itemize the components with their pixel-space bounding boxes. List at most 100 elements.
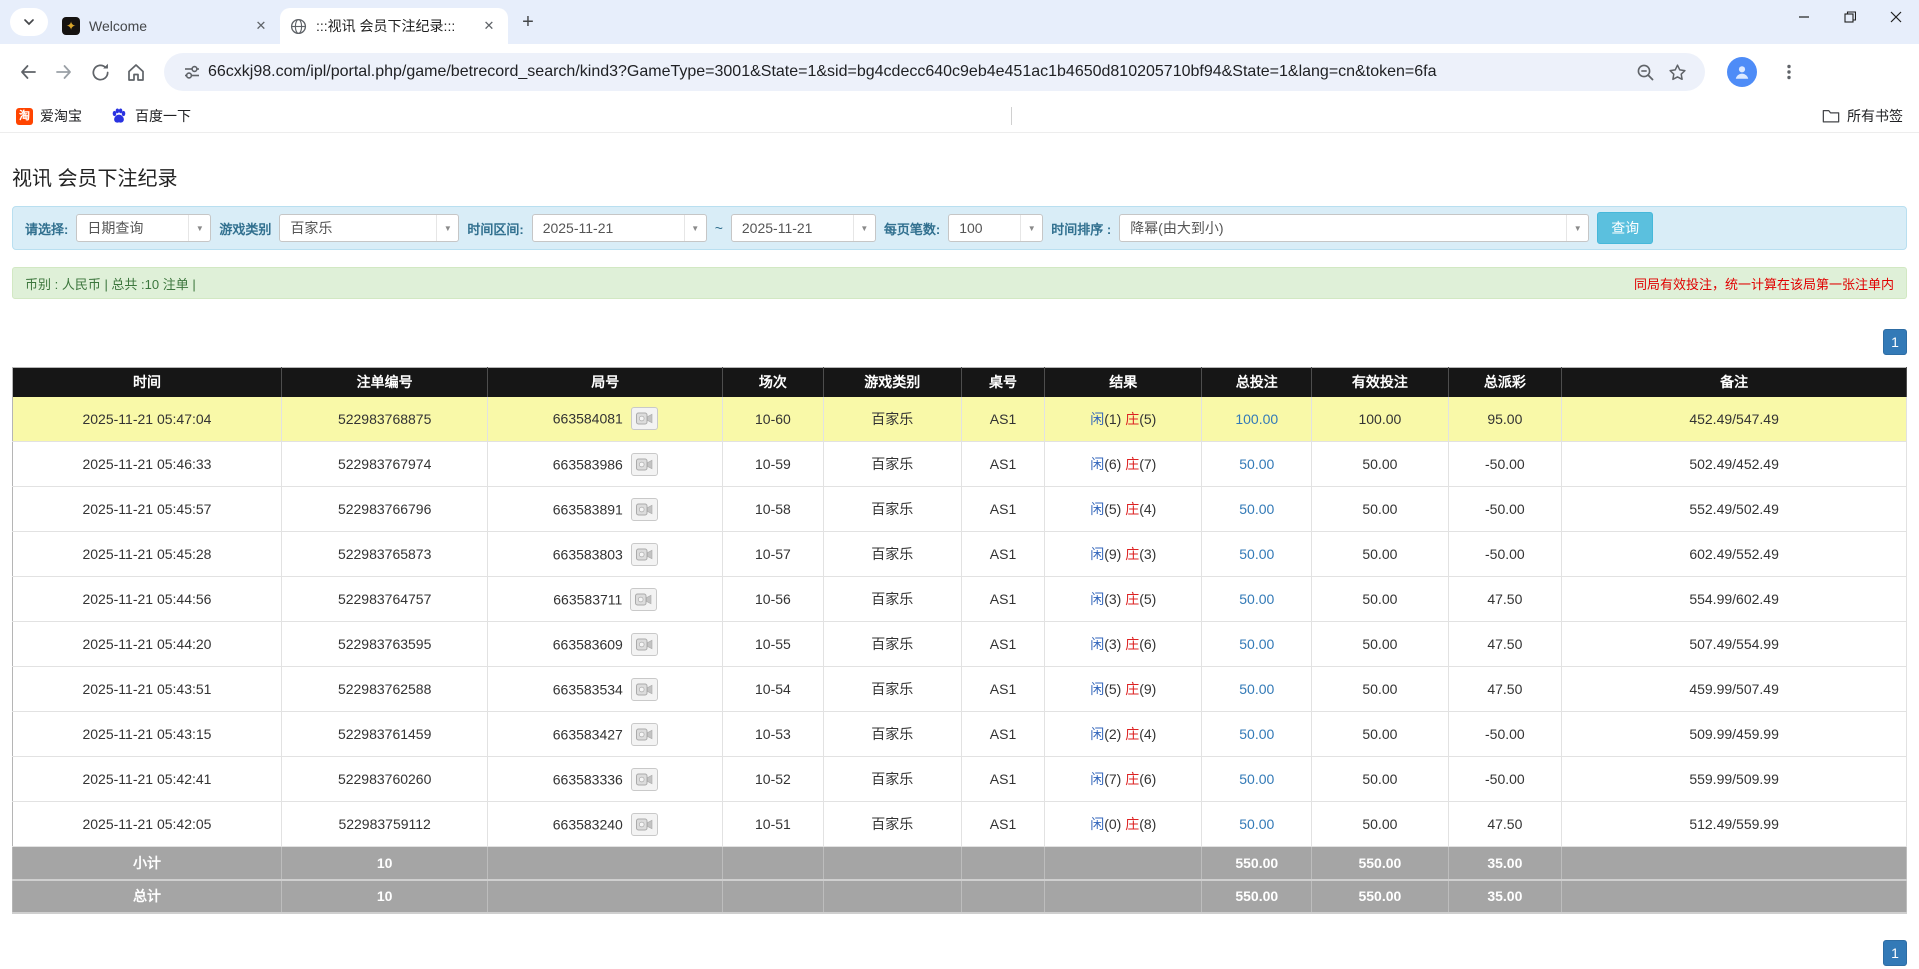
folder-icon	[1822, 108, 1840, 124]
total-bet-link[interactable]: 50.00	[1239, 681, 1274, 697]
taobao-icon: 淘	[16, 108, 33, 125]
footer-cell	[961, 880, 1044, 913]
footer-cell: 550.00	[1312, 847, 1448, 880]
cell-time: 2025-11-21 05:44:20	[13, 622, 282, 667]
tab-bet-records[interactable]: :::视讯 会员下注纪录::: ✕	[280, 8, 508, 44]
table-row: 2025-11-21 05:45:57522983766796663583891…	[13, 487, 1907, 532]
page-size-select[interactable]: 100 ▼	[948, 214, 1043, 242]
video-replay-button[interactable]	[631, 768, 658, 791]
footer-cell: 总计	[13, 880, 282, 913]
video-replay-button[interactable]	[631, 633, 658, 656]
search-button[interactable]: 查询	[1597, 212, 1653, 244]
cell-note: 512.49/559.99	[1562, 802, 1907, 847]
date-from-select[interactable]: 2025-11-21 ▼	[532, 214, 707, 242]
tab-close-icon[interactable]: ✕	[252, 17, 270, 35]
all-bookmarks-button[interactable]: 所有书签	[1822, 106, 1903, 126]
address-bar[interactable]: 66cxkj98.com/ipl/portal.php/game/betreco…	[164, 53, 1705, 91]
total-bet-link[interactable]: 50.00	[1239, 546, 1274, 562]
cell-result: 闲(5) 庄(9)	[1045, 667, 1202, 712]
zoom-out-icon[interactable]	[1629, 56, 1661, 88]
video-camera-icon	[636, 728, 653, 741]
video-camera-icon	[635, 593, 652, 606]
page-1-button[interactable]: 1	[1883, 329, 1907, 355]
home-button[interactable]	[118, 54, 154, 90]
total-bet-link[interactable]: 50.00	[1239, 456, 1274, 472]
total-bet-link[interactable]: 50.00	[1239, 501, 1274, 517]
cell-total-bet: 50.00	[1202, 577, 1312, 622]
footer-cell: 550.00	[1202, 847, 1312, 880]
url-text[interactable]: 66cxkj98.com/ipl/portal.php/game/betreco…	[208, 63, 1629, 81]
footer-cell	[723, 847, 823, 880]
cell-session: 10-52	[723, 757, 823, 802]
video-replay-button[interactable]	[631, 453, 658, 476]
cell-table-no: AS1	[961, 532, 1044, 577]
bookmark-star-icon[interactable]	[1661, 56, 1693, 88]
cell-payout: 47.50	[1448, 622, 1562, 667]
cell-round-id: 663583240	[488, 802, 723, 847]
footer-cell: 550.00	[1312, 880, 1448, 913]
table-footer-row: 总计10550.00550.0035.00	[13, 880, 1907, 913]
cell-bet-id: 522983767974	[281, 442, 487, 487]
cell-total-bet: 50.00	[1202, 712, 1312, 757]
refresh-button[interactable]	[82, 54, 118, 90]
forward-button[interactable]	[46, 54, 82, 90]
tab-close-icon[interactable]: ✕	[480, 17, 498, 35]
footer-cell	[1045, 880, 1202, 913]
game-type-select[interactable]: 百家乐 ▼	[279, 214, 459, 242]
cell-note: 459.99/507.49	[1562, 667, 1907, 712]
total-bet-link[interactable]: 100.00	[1235, 411, 1278, 427]
minimize-button[interactable]	[1781, 0, 1827, 34]
tab-welcome[interactable]: ✦ Welcome ✕	[52, 8, 280, 44]
video-replay-button[interactable]	[631, 543, 658, 566]
cell-note: 509.99/459.99	[1562, 712, 1907, 757]
video-replay-button[interactable]	[631, 678, 658, 701]
game-type-label: 游戏类别	[219, 219, 271, 238]
video-replay-button[interactable]	[631, 407, 658, 430]
new-tab-button[interactable]: +	[514, 8, 542, 36]
cell-result: 闲(3) 庄(6)	[1045, 622, 1202, 667]
total-bet-link[interactable]: 50.00	[1239, 771, 1274, 787]
bookmarks-separator	[1011, 107, 1012, 125]
cell-session: 10-58	[723, 487, 823, 532]
cell-time: 2025-11-21 05:44:56	[13, 577, 282, 622]
cell-table-no: AS1	[961, 757, 1044, 802]
bookmark-taobao[interactable]: 淘 爱淘宝	[16, 106, 82, 126]
total-bet-link[interactable]: 50.00	[1239, 816, 1274, 832]
cell-game-type: 百家乐	[823, 487, 961, 532]
pagination-bottom: 1	[12, 940, 1907, 966]
cell-round-id: 663583336	[488, 757, 723, 802]
table-header-cell: 游戏类别	[823, 368, 961, 397]
video-replay-button[interactable]	[630, 588, 657, 611]
total-bet-link[interactable]: 50.00	[1239, 726, 1274, 742]
cell-result: 闲(6) 庄(7)	[1045, 442, 1202, 487]
total-bet-link[interactable]: 50.00	[1239, 591, 1274, 607]
video-replay-button[interactable]	[631, 498, 658, 521]
site-settings-tune-icon[interactable]	[176, 56, 208, 88]
cell-session: 10-59	[723, 442, 823, 487]
browser-menu-icon[interactable]	[1771, 54, 1807, 90]
query-type-select[interactable]: 日期查询 ▼	[76, 214, 211, 242]
tab-search-button[interactable]	[10, 8, 48, 36]
date-to-select[interactable]: 2025-11-21 ▼	[731, 214, 876, 242]
video-replay-button[interactable]	[631, 813, 658, 836]
sort-order-select[interactable]: 降幂(由大到小) ▼	[1119, 214, 1589, 242]
cell-payout: 95.00	[1448, 397, 1562, 442]
cell-table-no: AS1	[961, 442, 1044, 487]
restore-button[interactable]	[1827, 0, 1873, 34]
profile-avatar[interactable]	[1727, 57, 1757, 87]
table-header-cell: 总投注	[1202, 368, 1312, 397]
browser-toolbar: 66cxkj98.com/ipl/portal.php/game/betreco…	[0, 44, 1919, 100]
cell-game-type: 百家乐	[823, 802, 961, 847]
cell-note: 559.99/509.99	[1562, 757, 1907, 802]
table-row: 2025-11-21 05:43:15522983761459663583427…	[13, 712, 1907, 757]
back-button[interactable]	[10, 54, 46, 90]
bookmark-baidu[interactable]: 百度一下	[110, 106, 191, 126]
chevron-down-icon: ▼	[684, 215, 706, 241]
date-range-label: 时间区间:	[467, 219, 523, 238]
total-bet-link[interactable]: 50.00	[1239, 636, 1274, 652]
window-controls	[1781, 0, 1919, 34]
close-window-button[interactable]	[1873, 0, 1919, 34]
video-replay-button[interactable]	[631, 723, 658, 746]
page-1-button[interactable]: 1	[1883, 940, 1907, 966]
video-camera-icon	[636, 683, 653, 696]
